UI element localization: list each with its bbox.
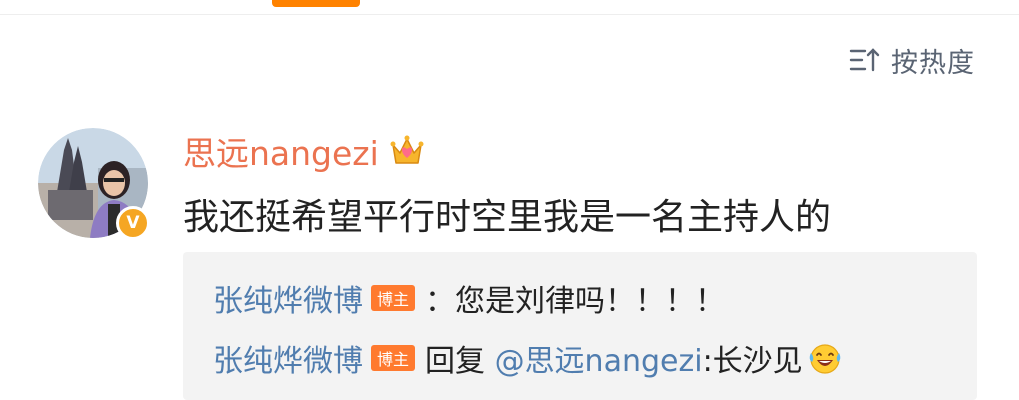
- avatar[interactable]: V: [38, 128, 150, 240]
- laugh-cry-emoji-icon: [809, 344, 840, 374]
- blogger-badge: 博主: [371, 345, 416, 371]
- comment-header: 思远nangezi: [183, 128, 425, 174]
- comment-body: 我还挺希望平行时空里我是一名主持人的: [183, 197, 832, 238]
- reply-username[interactable]: 张纯烨微博: [213, 276, 363, 320]
- sort-icon: [849, 48, 880, 72]
- reply-item[interactable]: 张纯烨微博 博主 回复 @思远nangezi :长沙见: [213, 336, 843, 380]
- sort-label: 按热度: [891, 47, 975, 79]
- crown-icon: [390, 135, 424, 164]
- active-tab-indicator: [272, 0, 360, 7]
- verified-badge: V: [116, 206, 150, 240]
- sort-by-hot-button[interactable]: 按热度: [849, 42, 975, 79]
- reply-prefix: 回复: [425, 344, 495, 379]
- reply-item[interactable]: 张纯烨微博 博主 ：您是刘律吗！！！！: [213, 276, 725, 320]
- replies-box[interactable]: 张纯烨微博 博主 ：您是刘律吗！！！！ 张纯烨微博 博主 回复 @思远nange…: [183, 252, 977, 400]
- reply-text: ：您是刘律吗！！！！: [425, 284, 726, 319]
- reply-username[interactable]: 张纯烨微博: [213, 336, 363, 380]
- reply-text: :长沙见: [702, 344, 803, 379]
- mention-link[interactable]: @思远nangezi: [495, 336, 703, 380]
- comment-username[interactable]: 思远nangezi: [183, 127, 379, 175]
- divider: [0, 14, 1019, 15]
- blogger-badge: 博主: [371, 285, 416, 311]
